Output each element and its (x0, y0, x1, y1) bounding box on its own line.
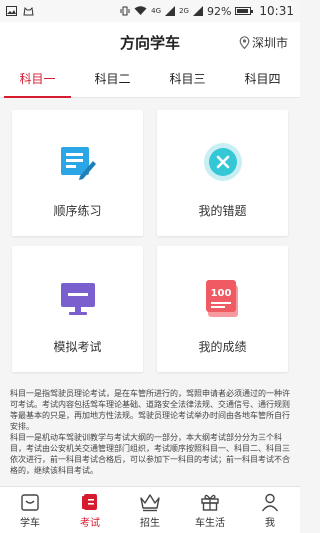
practice-notebook-icon (60, 147, 96, 180)
network-type-label: 4G (151, 7, 162, 15)
card-label: 我的错题 (198, 204, 247, 218)
bottom-nav: 学车 考试 招生 车生活 我 (0, 486, 300, 533)
tab-subject-1[interactable]: 科目一 (0, 62, 75, 98)
nav-label: 车生活 (195, 518, 225, 529)
city-label: 深圳市 (251, 36, 288, 50)
crown-icon (140, 494, 160, 512)
my-scores-card[interactable]: 100 我的成绩 (157, 246, 288, 372)
nav-enrollment[interactable]: 招生 (120, 487, 180, 533)
nav-label: 招生 (140, 518, 160, 529)
subject-tabs: 科目一 科目二 科目三 科目四 (0, 62, 300, 98)
status-right: 4G 2G 92% 10:31 (120, 4, 294, 18)
status-left-icons (6, 6, 34, 16)
description-paragraph: 科目一是指驾驶员理论考试，是在车管所进行的，驾照申请者必须通过的一种许可考试。考… (10, 389, 290, 431)
nav-label: 考试 (80, 518, 100, 529)
battery-percent: 92% (206, 4, 232, 18)
signal-icon-2 (192, 6, 203, 16)
city-selector[interactable]: 深圳市 (239, 34, 288, 51)
nav-label: 我 (265, 518, 275, 529)
nav-me[interactable]: 我 (240, 487, 300, 533)
subject-description: 科目一是指驾驶员理论考试，是在车管所进行的，驾照申请者必须通过的一种许可考试。考… (10, 388, 292, 476)
score-badge-text: 100 (210, 288, 231, 299)
status-bar: 4G 2G 92% 10:31 (0, 0, 300, 22)
photo-notification-icon (6, 6, 17, 16)
nav-label: 学车 (20, 518, 40, 529)
description-paragraph: 科目一是机动车驾驶训教学与考试大纲的一部分，本大纲考试部分分为三个科目，考试由公… (10, 433, 290, 475)
mock-exam-card[interactable]: 模拟考试 (12, 246, 143, 372)
card-label: 模拟考试 (53, 340, 102, 354)
wrong-questions-card[interactable]: 我的错题 (157, 110, 288, 236)
app-header: 方向学车 深圳市 (0, 22, 300, 62)
exam-book-icon (82, 494, 97, 510)
battery-icon (235, 7, 254, 15)
tab-subject-4[interactable]: 科目四 (225, 62, 300, 97)
wrong-questions-icon (203, 143, 242, 181)
clock: 10:31 (259, 4, 294, 18)
card-label: 我的成绩 (198, 340, 247, 354)
function-grid: 顺序练习 我的错题 模拟考试 100 我的成绩 (12, 110, 288, 372)
vibrate-icon (120, 6, 130, 16)
wifi-icon (134, 6, 147, 15)
person-icon (261, 493, 279, 512)
nav-learn-driving[interactable]: 学车 (0, 487, 60, 533)
tab-subject-2[interactable]: 科目二 (75, 62, 150, 97)
cat-notification-icon (23, 6, 34, 16)
mock-exam-monitor-icon (60, 283, 95, 315)
tab-subject-3[interactable]: 科目三 (150, 62, 225, 97)
signal-icon (165, 6, 176, 16)
page-title: 方向学车 (119, 33, 180, 52)
sequential-practice-card[interactable]: 顺序练习 (12, 110, 143, 236)
location-pin-icon (239, 36, 250, 49)
score-100-icon: 100 (205, 280, 238, 317)
nav-exam[interactable]: 考试 (60, 487, 120, 533)
card-label: 顺序练习 (53, 204, 102, 218)
nav-car-life[interactable]: 车生活 (180, 487, 240, 533)
network-type-label-2: 2G (179, 7, 189, 15)
gift-icon (201, 494, 219, 511)
bag-smile-icon (21, 494, 39, 511)
